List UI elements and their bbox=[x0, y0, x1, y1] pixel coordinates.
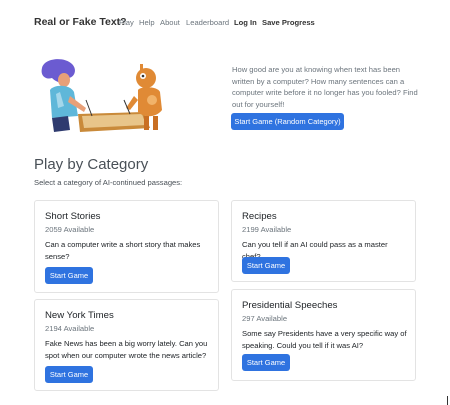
card-title: Presidential Speeches bbox=[242, 300, 338, 311]
start-game-button[interactable]: Start Game bbox=[242, 354, 290, 371]
card-count: 2199 Available bbox=[242, 225, 292, 234]
card-count: 297 Available bbox=[242, 314, 288, 323]
nav-link-save-progress[interactable]: Save Progress bbox=[262, 18, 315, 27]
category-card-new-york-times: New York Times 2194 Available Fake News … bbox=[34, 299, 219, 391]
card-title: Short Stories bbox=[45, 211, 101, 222]
start-random-game-button[interactable]: Start Game (Random Category) bbox=[231, 113, 344, 130]
hero-description: How good are you at knowing when text ha… bbox=[232, 65, 418, 109]
section-subtitle: Select a category of AI-continued passag… bbox=[34, 178, 183, 187]
nav-link-leaderboard[interactable]: Leaderboard bbox=[186, 18, 229, 27]
start-game-button[interactable]: Start Game bbox=[45, 366, 93, 383]
card-count: 2059 Available bbox=[45, 225, 95, 234]
nav-link-play[interactable]: Play bbox=[119, 18, 134, 27]
card-description: Some say Presidents have a very specific… bbox=[242, 329, 407, 350]
start-game-button[interactable]: Start Game bbox=[242, 257, 290, 274]
site-brand[interactable]: Real or Fake Text? bbox=[34, 16, 127, 28]
category-card-recipes: Recipes 2199 Available Can you tell if a… bbox=[231, 200, 416, 282]
card-title: Recipes bbox=[242, 211, 277, 222]
scroll-indicator bbox=[447, 396, 448, 405]
section-title: Play by Category bbox=[34, 156, 149, 173]
start-game-button[interactable]: Start Game bbox=[45, 267, 93, 284]
category-card-short-stories: Short Stories 2059 Available Can a compu… bbox=[34, 200, 219, 293]
category-card-presidential-speeches: Presidential Speeches 297 Available Some… bbox=[231, 289, 416, 381]
nav-link-about[interactable]: About bbox=[160, 18, 180, 27]
nav-link-help[interactable]: Help bbox=[139, 18, 155, 27]
card-description: Fake News has been a big worry lately. C… bbox=[45, 339, 208, 360]
navbar: Real or Fake Text? Play Help About Leade… bbox=[0, 0, 450, 44]
card-description: Can a computer write a short story that … bbox=[45, 240, 201, 261]
card-count: 2194 Available bbox=[45, 324, 95, 333]
hero-illustration bbox=[41, 59, 162, 132]
card-title: New York Times bbox=[45, 310, 114, 321]
nav-link-login[interactable]: Log In bbox=[234, 18, 257, 27]
